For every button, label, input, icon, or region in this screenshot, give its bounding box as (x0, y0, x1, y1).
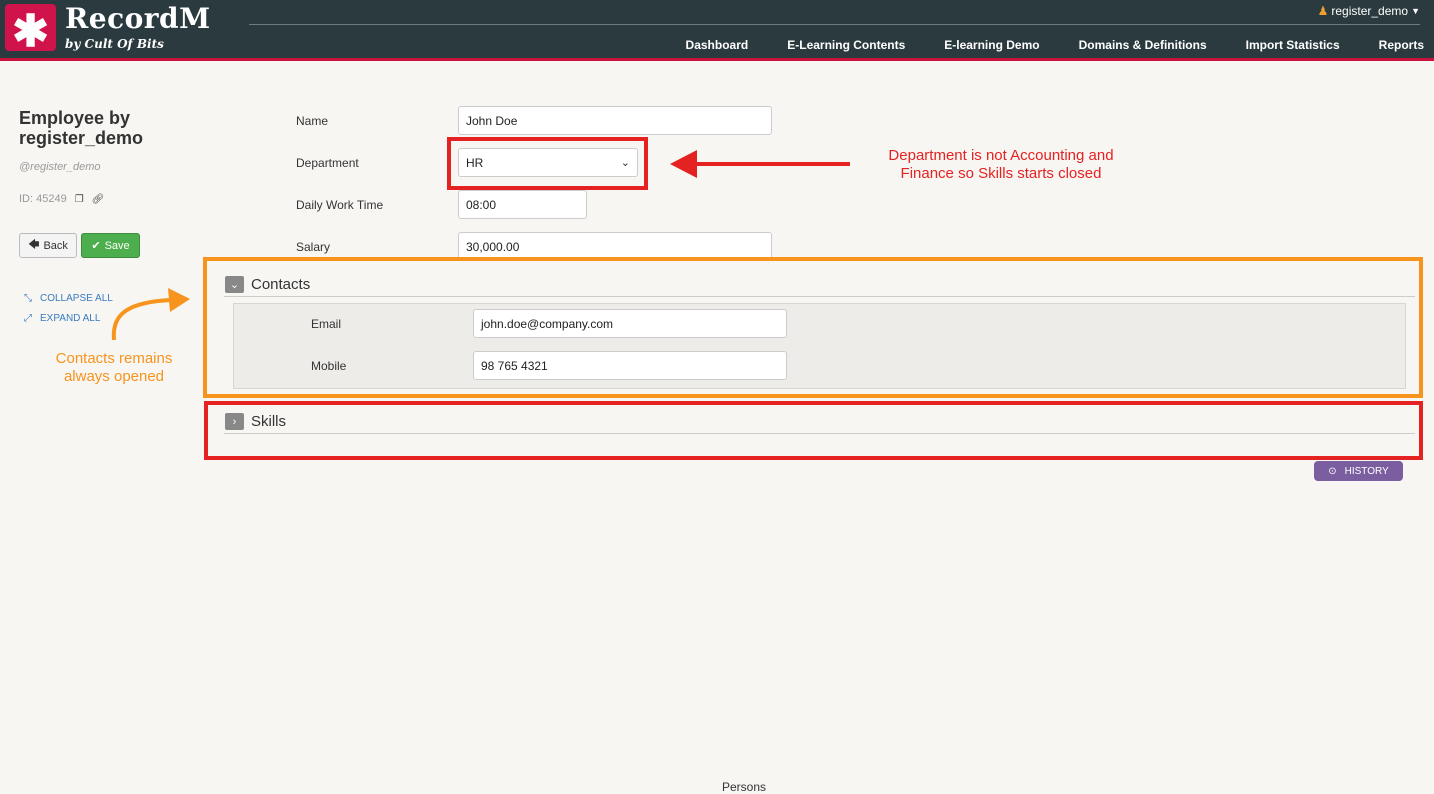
user-menu-label: register_demo (1331, 4, 1408, 18)
department-annotation-line-1: Department is not Accounting and (860, 147, 1142, 165)
department-label: Department (296, 156, 359, 170)
record-id: ID: 45249 ❐ 🔗︎ (19, 193, 104, 205)
expand-icon: ⤢ (24, 313, 32, 324)
contacts-annotation: Contacts remains always opened (44, 350, 184, 386)
logo-asterisk-icon[interactable]: ✱ (5, 4, 56, 51)
brand-name: RecordM (65, 2, 211, 35)
contacts-annotation-line-1: Contacts remains (44, 350, 184, 368)
collapse-all-link[interactable]: ⤡ COLLAPSE ALL (24, 293, 113, 304)
record-id-label: ID: 45249 (19, 193, 67, 205)
nav-domains-definitions[interactable]: Domains & Definitions (1079, 38, 1207, 52)
back-button[interactable]: 🡄 Back (19, 233, 77, 258)
red-arrow-head (670, 150, 697, 178)
user-menu[interactable]: ♟ register_demo ▼ (1318, 4, 1420, 18)
collapse-all-label: COLLAPSE ALL (40, 293, 113, 304)
nav-e-learning-demo[interactable]: E-learning Demo (944, 38, 1039, 52)
orange-arrow-head (168, 288, 190, 312)
user-icon: ♟ (1318, 4, 1329, 18)
daily-work-time-label: Daily Work Time (296, 198, 383, 212)
history-button-label: HISTORY (1345, 466, 1389, 477)
top-navigation-bar: ✱ RecordM by Cult Of Bits ♟ register_dem… (0, 0, 1434, 61)
history-button[interactable]: ⊙ HISTORY (1314, 461, 1403, 481)
daily-work-time-input[interactable]: 08:00 (458, 190, 587, 219)
department-annotation-line-2: Finance so Skills starts closed (860, 165, 1142, 183)
contacts-annotation-line-2: always opened (44, 368, 184, 386)
nav-reports[interactable]: Reports (1379, 38, 1424, 52)
clock-icon: ⊙ (1328, 466, 1336, 477)
expand-all-link[interactable]: ⤢ EXPAND ALL (24, 313, 100, 324)
nav-import-statistics[interactable]: Import Statistics (1246, 38, 1340, 52)
salary-label: Salary (296, 240, 330, 254)
caret-down-icon: ▼ (1411, 6, 1420, 16)
arrow-left-icon: 🡄 (28, 236, 39, 255)
name-input[interactable]: John Doe (458, 106, 772, 135)
department-highlight-box (447, 137, 648, 190)
copy-icon[interactable]: ❐ (75, 194, 84, 205)
footer-partial-text: Persons (722, 780, 766, 794)
department-annotation: Department is not Accounting and Finance… (860, 147, 1142, 183)
back-button-label: Back (43, 240, 67, 252)
header-divider (249, 24, 1420, 25)
compress-icon: ⤡ (24, 293, 32, 304)
main-nav: Dashboard E-Learning Contents E-learning… (647, 38, 1424, 52)
orange-arrow-line (114, 300, 172, 340)
save-button-label: Save (105, 240, 130, 252)
save-button[interactable]: ✔ Save (81, 233, 140, 258)
nav-dashboard[interactable]: Dashboard (686, 38, 749, 52)
page-title: Employee by register_demo (19, 108, 199, 148)
brand-tagline: by Cult Of Bits (65, 37, 164, 51)
check-icon: ✔ (91, 239, 100, 252)
name-label: Name (296, 114, 328, 128)
record-owner: @register_demo (19, 161, 100, 173)
contacts-highlight-box (203, 257, 1423, 398)
expand-all-label: EXPAND ALL (40, 313, 100, 324)
skills-highlight-box (204, 401, 1423, 460)
link-icon[interactable]: 🔗︎ (92, 194, 105, 205)
nav-e-learning-contents[interactable]: E-Learning Contents (787, 38, 905, 52)
